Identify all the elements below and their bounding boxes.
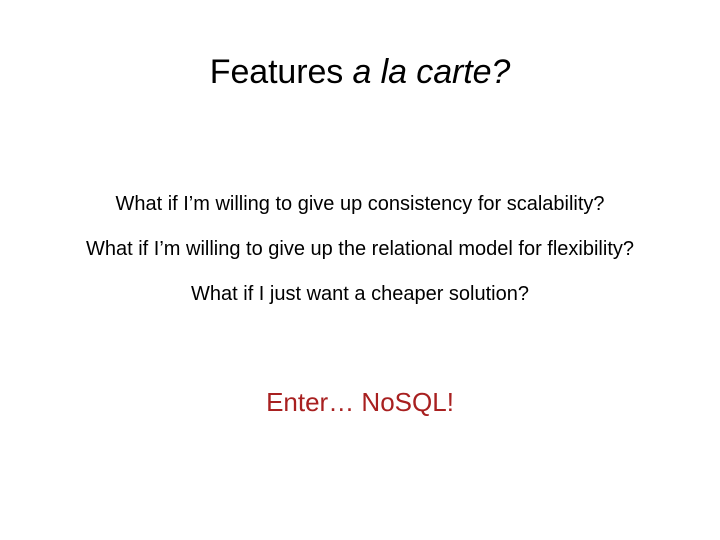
punchline-container: Enter… NoSQL! — [0, 386, 720, 418]
body-line-2: What if I’m willing to give up the relat… — [85, 238, 635, 260]
body-text-container: What if I’m willing to give up consisten… — [0, 182, 720, 317]
title-lead-text: Features — [209, 53, 353, 91]
slide-canvas: Features a la carte? What if I’m willing… — [0, 0, 720, 540]
body-line-1: What if I’m willing to give up consisten… — [115, 193, 605, 215]
slide-title-container: Features a la carte? — [0, 52, 720, 92]
body-line-3: What if I just want a cheaper solution? — [191, 283, 529, 305]
punchline-text: Enter… NoSQL! — [266, 387, 454, 417]
page-title: Features a la carte? — [0, 52, 720, 92]
title-emphasis-text: a la carte? — [352, 53, 511, 91]
